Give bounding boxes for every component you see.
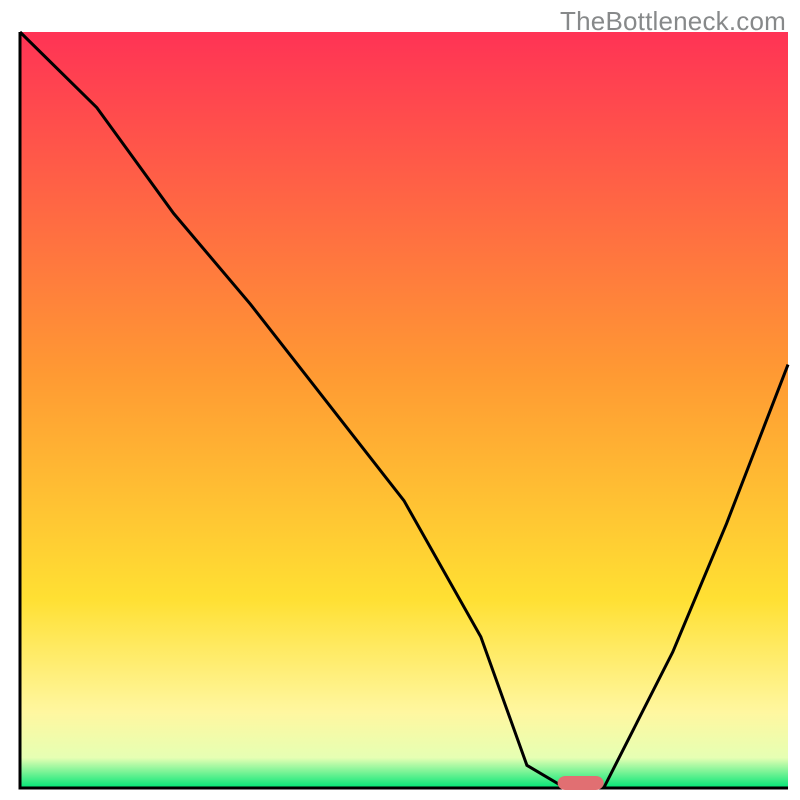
optimal-marker xyxy=(558,776,604,790)
bottleneck-chart xyxy=(0,0,800,800)
plot-area xyxy=(20,32,788,788)
